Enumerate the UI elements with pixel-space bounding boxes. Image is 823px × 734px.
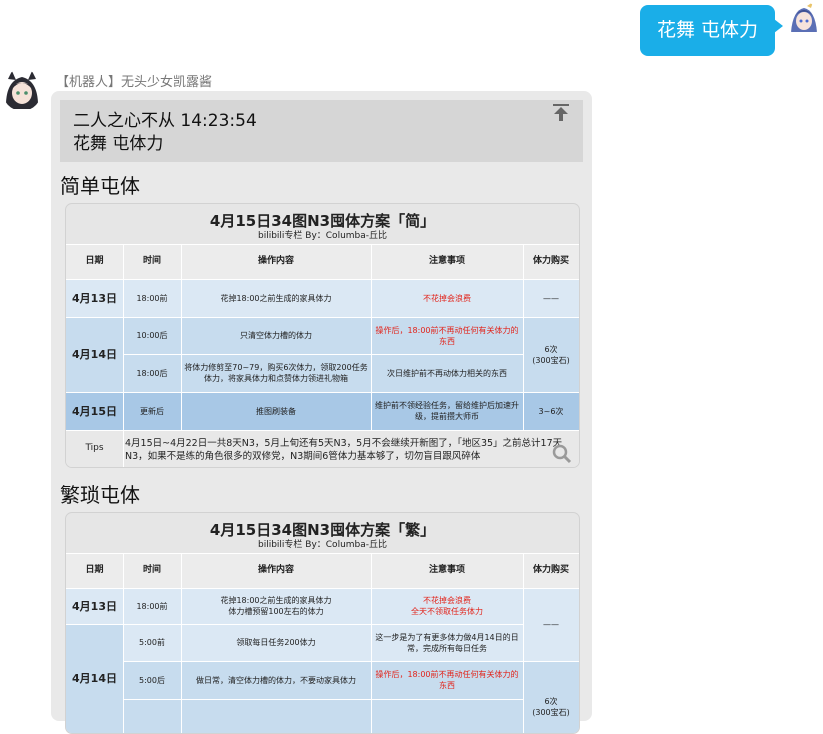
cell-note: 不花掉会浪费 (371, 279, 523, 317)
user-message-bubble: 花舞 屯体力 (640, 5, 783, 56)
cell-note: 这一步是为了有更多体力做4月14日的日常，完成所有每日任务 (371, 624, 523, 661)
cell-time: 5:00前 (123, 624, 181, 661)
cell-date: 4月13日 (66, 588, 123, 624)
cell-buy: —— (523, 279, 579, 317)
header-buy: 体力购买 (523, 553, 579, 588)
bot-avatar[interactable] (2, 69, 42, 111)
zoom-icon[interactable] (552, 444, 572, 464)
cell-note: 次日维护前不再动体力相关的东西 (371, 354, 523, 392)
cell-buy: 6次 (300宝石) (523, 661, 579, 733)
cell-date: 4月14日 (66, 317, 123, 392)
cell-time: 18:00前 (123, 279, 181, 317)
cell-operation: 将体力修剪至70~79，购买6次体力，领取200任务体力，将家具体力和点赞体力领… (181, 354, 371, 392)
plan-image-simple[interactable]: 4月15日34图N3囤体方案「简」 bilibili专栏 By：Columba-… (65, 203, 580, 468)
cell-time: 18:00前 (123, 588, 181, 624)
header-time: 时间 (123, 244, 181, 279)
cell-operation: 只清空体力槽的体力 (181, 317, 371, 354)
card-subtitle: bilibili专栏 By：Columba-丘比 (257, 231, 388, 241)
cell-date: 4月15日 (66, 392, 123, 430)
card-subtitle: bilibili专栏 By：Columba-丘比 (257, 540, 388, 550)
plan-image-complex[interactable]: 4月15日34图N3囤体方案「繁」 bilibili专栏 By：Columba-… (65, 512, 580, 734)
cell-date: 4月14日 (66, 624, 123, 733)
cell-buy: 3~6次 (523, 392, 579, 430)
cell-operation: 花掉18:00之前生成的家具体力 体力槽预留100左右的体力 (181, 588, 371, 624)
section-title-simple: 简单屯体 (60, 174, 140, 198)
jump-to-quote-icon[interactable] (553, 104, 569, 122)
quote-text: 花舞 屯体力 (73, 134, 164, 154)
header-date: 日期 (66, 553, 123, 588)
header-operation: 操作内容 (181, 553, 371, 588)
cell-time: 10:00后 (123, 317, 181, 354)
user-message-text: 花舞 屯体力 (656, 19, 759, 41)
cell-time: 更新后 (123, 392, 181, 430)
tips-text: 4月15日~4月22日一共8天N3，5月上旬还有5天N3，5月不会继续开新图了，… (125, 438, 563, 462)
user-avatar[interactable] (787, 2, 821, 38)
cell-note: 不花掉会浪费 全天不领取任务体力 (371, 588, 523, 624)
cell-operation: 推图刷装备 (181, 392, 371, 430)
cell-buy: 6次 (300宝石) (523, 317, 579, 392)
header-notes: 注意事项 (371, 553, 523, 588)
bot-name: 【机器人】无头少女凯露酱 (56, 75, 213, 90)
header-notes: 注意事项 (371, 244, 523, 279)
cell-buy: —— (523, 588, 579, 661)
cell-time: 18:00后 (123, 354, 181, 392)
header-operation: 操作内容 (181, 244, 371, 279)
header-date: 日期 (66, 244, 123, 279)
cell-note: 操作后，18:00前不再动任何有关体力的东西 (371, 317, 523, 354)
header-time: 时间 (123, 553, 181, 588)
cell-continued (123, 699, 523, 733)
bot-avatar-image (2, 69, 42, 111)
cell-operation: 花掉18:00之前生成的家具体力 (181, 279, 371, 317)
section-title-complex: 繁琐屯体 (60, 483, 140, 507)
user-avatar-image (787, 2, 821, 38)
cell-date: 4月13日 (66, 279, 123, 317)
cell-operation: 领取每日任务200体力 (181, 624, 371, 661)
cell-note: 操作后，18:00前不再动任何有关体力的东西 (371, 661, 523, 699)
header-buy: 体力购买 (523, 244, 579, 279)
quote-sender-time: 二人之心不从 14:23:54 (73, 111, 257, 131)
cell-note: 维护前不领经验任务，留给维护后加速升级，提前攒大师币 (371, 392, 523, 430)
cell-time: 5:00后 (123, 661, 181, 699)
cell-operation: 做日常，清空体力槽的体力，不要动家具体力 (181, 661, 371, 699)
tips-label: Tips (66, 430, 123, 467)
